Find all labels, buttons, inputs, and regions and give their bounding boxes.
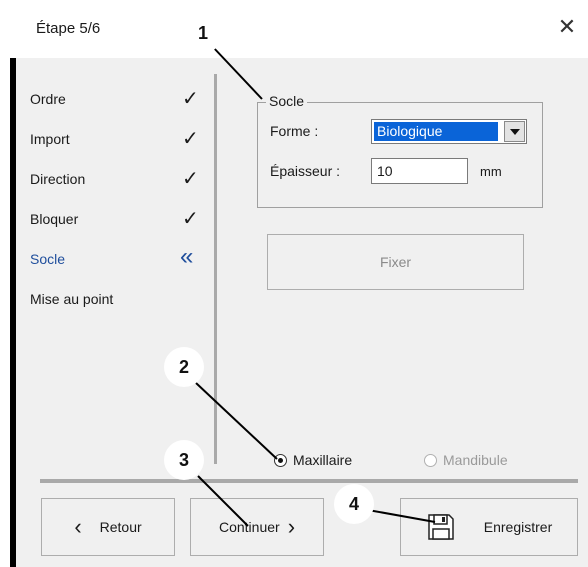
retour-button[interactable]: ‹ Retour: [41, 498, 175, 556]
radio-checked-icon: [274, 453, 287, 467]
dialog-title: Étape 5/6: [36, 20, 101, 37]
check-icon: ✓: [182, 128, 199, 150]
step-direction: Direction ✓: [30, 162, 200, 202]
radio-label: Maxillaire: [293, 452, 353, 468]
step-label: Import: [30, 131, 70, 147]
chevron-down-icon: [510, 129, 520, 135]
step-label: Direction: [30, 171, 86, 187]
continuer-button[interactable]: Continuer ›: [190, 498, 324, 556]
double-chevron-left-icon: «: [180, 243, 194, 270]
chevron-left-icon: ‹: [74, 514, 82, 539]
continuer-label: Continuer: [218, 519, 280, 535]
step-label: Mise au point: [30, 291, 114, 307]
fixer-button[interactable]: Fixer: [267, 234, 524, 290]
epaisseur-input[interactable]: 10: [371, 158, 468, 184]
floppy-disk-icon: [428, 514, 454, 540]
screenshot-stage: Étape 5/6 ✕ Ordre ✓ Import ✓ Direction ✓…: [0, 0, 588, 567]
radio-maxillaire[interactable]: Maxillaire: [274, 449, 352, 471]
forme-dropdown[interactable]: Biologique: [371, 119, 527, 144]
step-socle: Socle «: [30, 242, 200, 282]
radio-unchecked-icon: [424, 453, 437, 467]
steps-sidebar: Ordre ✓ Import ✓ Direction ✓ Bloquer ✓ S…: [30, 82, 200, 322]
forme-selected-value: Biologique: [374, 122, 498, 141]
vertical-divider: [214, 74, 217, 464]
radio-mandibule[interactable]: Mandibule: [424, 449, 508, 471]
step-ordre: Ordre ✓: [30, 82, 200, 122]
dropdown-button[interactable]: [504, 121, 525, 142]
callout-badge: 3: [164, 440, 204, 480]
callout-badge: 2: [164, 347, 204, 387]
horizontal-divider: [40, 479, 578, 483]
step-import: Import ✓: [30, 122, 200, 162]
callout-badge: 1: [183, 13, 223, 53]
step-label: Ordre: [30, 91, 66, 107]
check-icon: ✓: [182, 208, 199, 230]
enregistrer-button[interactable]: Enregistrer: [400, 498, 578, 556]
close-button[interactable]: ✕: [554, 14, 580, 40]
left-edge-bar: [10, 58, 16, 567]
enregistrer-label: Enregistrer: [483, 519, 553, 535]
forme-label: Forme :: [270, 123, 319, 139]
unit-label: mm: [480, 164, 502, 179]
step-bloquer: Bloquer ✓: [30, 202, 200, 242]
step-label: Socle: [30, 251, 66, 267]
epaisseur-label: Épaisseur :: [270, 163, 341, 179]
callout-badge: 4: [334, 484, 374, 524]
chevron-right-icon: ›: [287, 514, 296, 539]
step-label: Bloquer: [30, 211, 79, 227]
check-icon: ✓: [182, 168, 199, 190]
title-bar: Étape 5/6 ✕: [10, 0, 588, 58]
check-icon: ✓: [182, 88, 199, 110]
radio-label: Mandibule: [443, 452, 508, 468]
socle-groupbox: Socle Forme : Biologique Épaisseur : 10 …: [257, 93, 543, 208]
socle-group-title: Socle: [266, 93, 308, 109]
step-mise-au-point: Mise au point: [30, 282, 200, 322]
retour-label: Retour: [99, 519, 142, 535]
